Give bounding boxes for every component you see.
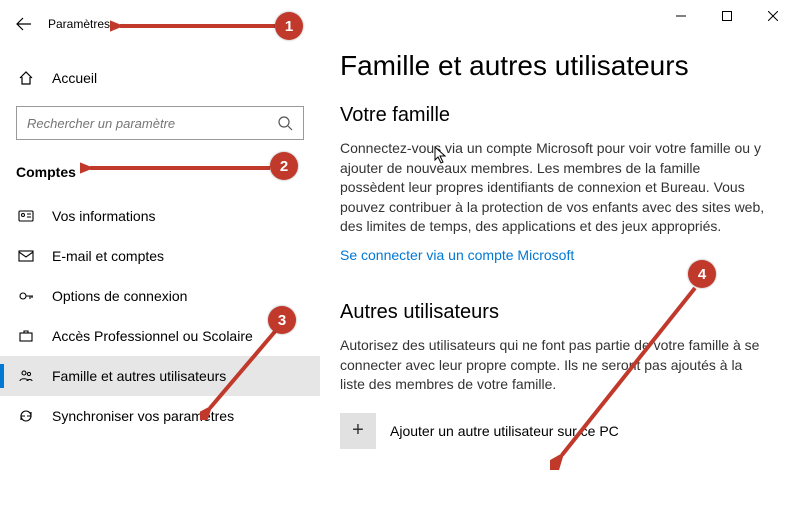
sync-icon bbox=[16, 408, 36, 424]
arrow-3 bbox=[200, 320, 290, 420]
people-icon bbox=[16, 368, 36, 384]
search-icon bbox=[277, 115, 293, 131]
sidebar-item-email-accounts[interactable]: E-mail et comptes bbox=[0, 236, 320, 276]
minimize-icon bbox=[676, 11, 686, 21]
family-heading: Votre famille bbox=[340, 104, 766, 127]
arrow-4 bbox=[550, 280, 710, 470]
mail-icon bbox=[16, 248, 36, 264]
key-icon bbox=[16, 288, 36, 304]
window-controls bbox=[658, 0, 796, 32]
callout-3: 3 bbox=[268, 306, 296, 334]
briefcase-icon bbox=[16, 328, 36, 344]
page-title: Famille et autres utilisateurs bbox=[340, 50, 766, 82]
minimize-button[interactable] bbox=[658, 0, 704, 32]
back-arrow-icon bbox=[16, 16, 32, 32]
arrow-2 bbox=[80, 156, 275, 180]
back-button[interactable] bbox=[8, 8, 40, 40]
nav-label: E-mail et comptes bbox=[52, 248, 164, 264]
plus-icon: + bbox=[340, 413, 376, 449]
close-button[interactable] bbox=[750, 0, 796, 32]
sidebar-item-your-info[interactable]: Vos informations bbox=[0, 196, 320, 236]
callout-1: 1 bbox=[275, 12, 303, 40]
id-card-icon bbox=[16, 208, 36, 224]
search-input[interactable] bbox=[27, 116, 277, 131]
maximize-button[interactable] bbox=[704, 0, 750, 32]
close-icon bbox=[768, 11, 778, 21]
arrow-1 bbox=[110, 14, 280, 38]
nav-label: Vos informations bbox=[52, 208, 156, 224]
signin-microsoft-link[interactable]: Se connecter via un compte Microsoft bbox=[340, 247, 574, 263]
callout-4: 4 bbox=[688, 260, 716, 288]
callout-2: 2 bbox=[270, 152, 298, 180]
sidebar: Paramètres Accueil Comptes Vos informati… bbox=[0, 0, 320, 522]
app-title: Paramètres bbox=[48, 17, 110, 31]
sidebar-home[interactable]: Accueil bbox=[0, 60, 320, 96]
search-box[interactable] bbox=[16, 106, 304, 140]
nav-label: Options de connexion bbox=[52, 288, 187, 304]
family-body: Connectez-vous via un compte Microsoft p… bbox=[340, 139, 766, 237]
maximize-icon bbox=[722, 11, 732, 21]
home-label: Accueil bbox=[52, 70, 97, 86]
cursor-icon bbox=[434, 146, 448, 164]
home-icon bbox=[16, 70, 36, 86]
